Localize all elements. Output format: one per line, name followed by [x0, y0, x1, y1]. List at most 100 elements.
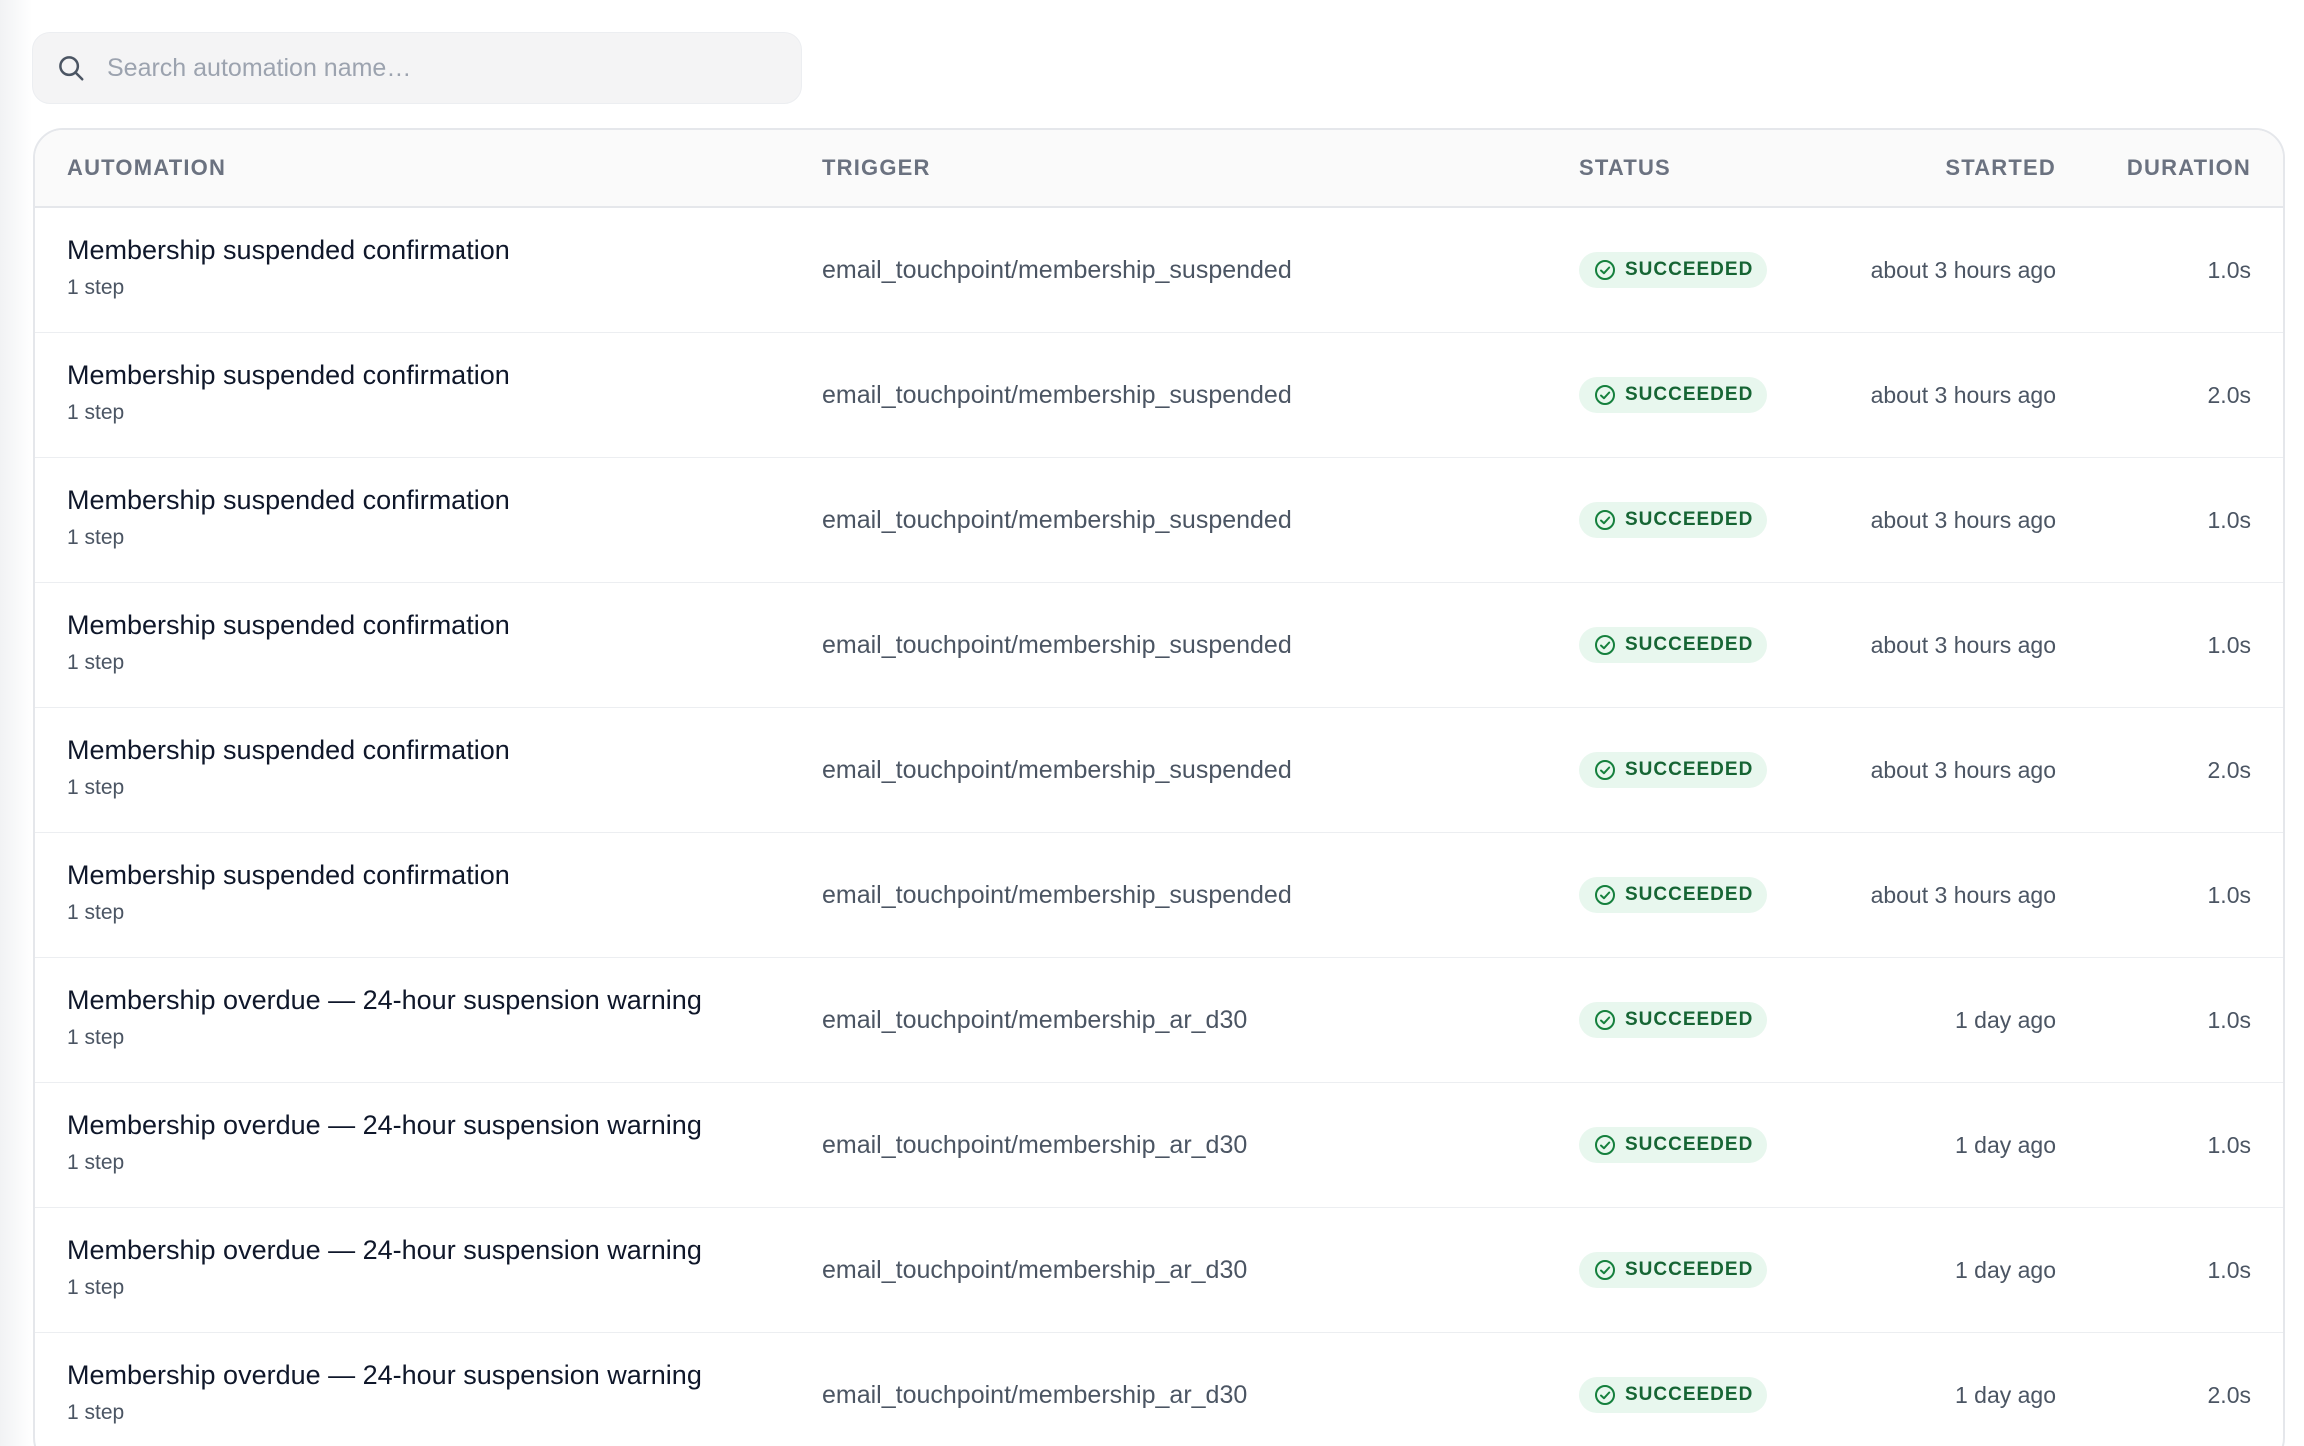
- automation-name[interactable]: Membership suspended confirmation: [67, 360, 510, 391]
- automation-name[interactable]: Membership overdue — 24-hour suspension …: [67, 1110, 702, 1141]
- step-count: 1 step: [67, 901, 125, 924]
- step-count: 1 step: [67, 401, 125, 424]
- status-cell: SUCCEEDED: [1579, 1333, 1768, 1446]
- automation-cell: Membership suspended confirmation 1 step: [67, 735, 510, 800]
- status-cell: SUCCEEDED: [1579, 1208, 1768, 1332]
- started-time: 1 day ago: [1954, 1256, 2056, 1283]
- automation-name[interactable]: Membership suspended confirmation: [67, 735, 510, 766]
- status-cell: SUCCEEDED: [1579, 833, 1768, 957]
- step-count: 1 step: [67, 1401, 125, 1424]
- table-row[interactable]: Membership suspended confirmation 1 step…: [35, 708, 2283, 833]
- status-label: SUCCEEDED: [1625, 884, 1754, 905]
- started-time: about 3 hours ago: [1870, 506, 2056, 533]
- automation-runs-page: AUTOMATION TRIGGER STATUS STARTED DURATI…: [0, 0, 2304, 1446]
- started-time: 1 day ago: [1954, 1006, 2056, 1033]
- table-row[interactable]: Membership overdue — 24-hour suspension …: [35, 958, 2283, 1083]
- automation-cell: Membership suspended confirmation 1 step: [67, 485, 510, 550]
- search-input[interactable]: [105, 52, 769, 84]
- duration-value: 1.0s: [2207, 1006, 2251, 1033]
- duration-value: 1.0s: [2207, 881, 2251, 908]
- trigger-name: email_touchpoint/membership_ar_d30: [822, 1005, 1248, 1034]
- automation-name[interactable]: Membership suspended confirmation: [67, 860, 510, 891]
- trigger-name: email_touchpoint/membership_suspended: [822, 380, 1292, 409]
- column-header-status[interactable]: STATUS: [1579, 130, 1671, 206]
- column-header-duration[interactable]: DURATION: [2127, 130, 2251, 206]
- status-badge: SUCCEEDED: [1579, 752, 1768, 788]
- status-badge: SUCCEEDED: [1579, 502, 1768, 538]
- check-circle-icon: [1593, 758, 1617, 782]
- automation-cell: Membership suspended confirmation 1 step: [67, 610, 510, 675]
- sidebar-edge: [0, 0, 32, 1446]
- automation-cell: Membership suspended confirmation 1 step: [67, 235, 510, 300]
- check-circle-icon: [1593, 883, 1617, 907]
- status-label: SUCCEEDED: [1625, 759, 1754, 780]
- duration-value: 2.0s: [2207, 381, 2251, 408]
- table-row[interactable]: Membership overdue — 24-hour suspension …: [35, 1333, 2283, 1446]
- trigger-name: email_touchpoint/membership_suspended: [822, 505, 1292, 534]
- duration-value: 1.0s: [2207, 256, 2251, 283]
- duration-value: 1.0s: [2207, 506, 2251, 533]
- table-row[interactable]: Membership overdue — 24-hour suspension …: [35, 1083, 2283, 1208]
- step-count: 1 step: [67, 526, 125, 549]
- automation-name[interactable]: Membership overdue — 24-hour suspension …: [67, 1360, 702, 1391]
- table-row[interactable]: Membership suspended confirmation 1 step…: [35, 458, 2283, 583]
- automation-cell: Membership overdue — 24-hour suspension …: [67, 1235, 702, 1300]
- step-count: 1 step: [67, 1276, 125, 1299]
- automation-name[interactable]: Membership overdue — 24-hour suspension …: [67, 1235, 702, 1266]
- check-circle-icon: [1593, 383, 1617, 407]
- status-badge: SUCCEEDED: [1579, 1127, 1768, 1163]
- trigger-name: email_touchpoint/membership_ar_d30: [822, 1130, 1248, 1159]
- started-time: about 3 hours ago: [1870, 881, 2056, 908]
- trigger-name: email_touchpoint/membership_suspended: [822, 255, 1292, 284]
- search-icon: [55, 52, 87, 84]
- trigger-name: email_touchpoint/membership_ar_d30: [822, 1255, 1248, 1284]
- status-label: SUCCEEDED: [1625, 1259, 1754, 1280]
- status-cell: SUCCEEDED: [1579, 958, 1768, 1082]
- trigger-name: email_touchpoint/membership_ar_d30: [822, 1380, 1248, 1409]
- status-cell: SUCCEEDED: [1579, 708, 1768, 832]
- search-bar[interactable]: [32, 32, 802, 104]
- started-time: about 3 hours ago: [1870, 631, 2056, 658]
- table-header: AUTOMATION TRIGGER STATUS STARTED DURATI…: [35, 130, 2283, 208]
- table-row[interactable]: Membership overdue — 24-hour suspension …: [35, 1208, 2283, 1333]
- trigger-name: email_touchpoint/membership_suspended: [822, 755, 1292, 784]
- step-count: 1 step: [67, 276, 125, 299]
- check-circle-icon: [1593, 1383, 1617, 1407]
- check-circle-icon: [1593, 258, 1617, 282]
- started-time: about 3 hours ago: [1870, 256, 2056, 283]
- trigger-name: email_touchpoint/membership_suspended: [822, 630, 1292, 659]
- automation-cell: Membership overdue — 24-hour suspension …: [67, 985, 702, 1050]
- duration-value: 1.0s: [2207, 1131, 2251, 1158]
- automation-name[interactable]: Membership suspended confirmation: [67, 610, 510, 641]
- status-label: SUCCEEDED: [1625, 509, 1754, 530]
- status-cell: SUCCEEDED: [1579, 208, 1768, 332]
- status-badge: SUCCEEDED: [1579, 877, 1768, 913]
- automation-name[interactable]: Membership suspended confirmation: [67, 485, 510, 516]
- status-badge: SUCCEEDED: [1579, 1377, 1768, 1413]
- status-badge: SUCCEEDED: [1579, 252, 1768, 288]
- check-circle-icon: [1593, 1133, 1617, 1157]
- table-row[interactable]: Membership suspended confirmation 1 step…: [35, 833, 2283, 958]
- started-time: 1 day ago: [1954, 1381, 2056, 1408]
- column-header-automation[interactable]: AUTOMATION: [67, 130, 226, 206]
- automation-name[interactable]: Membership suspended confirmation: [67, 235, 510, 266]
- check-circle-icon: [1593, 633, 1617, 657]
- step-count: 1 step: [67, 1026, 125, 1049]
- status-cell: SUCCEEDED: [1579, 1083, 1768, 1207]
- started-time: about 3 hours ago: [1870, 381, 2056, 408]
- duration-value: 1.0s: [2207, 631, 2251, 658]
- column-header-started[interactable]: STARTED: [1945, 130, 2056, 206]
- status-label: SUCCEEDED: [1625, 1009, 1754, 1030]
- table-row[interactable]: Membership suspended confirmation 1 step…: [35, 208, 2283, 333]
- status-label: SUCCEEDED: [1625, 259, 1754, 280]
- step-count: 1 step: [67, 651, 125, 674]
- check-circle-icon: [1593, 508, 1617, 532]
- status-badge: SUCCEEDED: [1579, 1252, 1768, 1288]
- status-label: SUCCEEDED: [1625, 1134, 1754, 1155]
- status-label: SUCCEEDED: [1625, 1384, 1754, 1405]
- step-count: 1 step: [67, 776, 125, 799]
- automation-name[interactable]: Membership overdue — 24-hour suspension …: [67, 985, 702, 1016]
- table-row[interactable]: Membership suspended confirmation 1 step…: [35, 583, 2283, 708]
- table-row[interactable]: Membership suspended confirmation 1 step…: [35, 333, 2283, 458]
- column-header-trigger[interactable]: TRIGGER: [822, 130, 931, 206]
